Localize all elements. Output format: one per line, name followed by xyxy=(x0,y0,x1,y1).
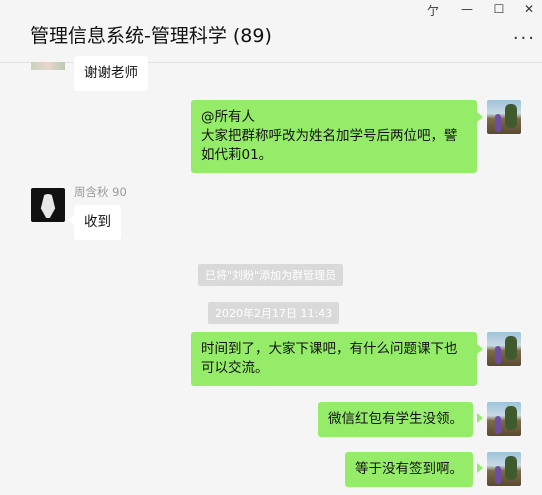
minimize-icon[interactable]: — xyxy=(458,2,476,16)
chat-title: 管理信息系统-管理科学 (89) xyxy=(30,25,272,47)
message-line: @所有人 xyxy=(201,109,255,125)
message-bubble[interactable]: 收到 xyxy=(74,205,121,240)
avatar-figure-icon xyxy=(40,194,56,218)
bubble-tail xyxy=(477,112,483,122)
avatar-tree-icon xyxy=(505,104,517,128)
avatar-person-icon xyxy=(495,346,501,364)
sender-nickname: 周含秋 90 xyxy=(74,185,127,199)
message-line: 如代莉01。 xyxy=(201,147,273,163)
message-line: 时间到了，大家下课吧，有什么问题课下也 xyxy=(201,341,458,357)
message-line: 可以交流。 xyxy=(201,360,269,376)
bubble-tail xyxy=(477,413,483,423)
close-icon[interactable]: ✕ xyxy=(520,2,538,16)
bubble-tail xyxy=(477,344,483,354)
timestamp: 2020年2月17日 11:43 xyxy=(208,302,340,324)
maximize-icon[interactable]: ☐ xyxy=(490,2,508,16)
chat-area[interactable]: 谢谢老师 @所有人 大家把群称呼改为姓名加学号后两位吧，譬 如代莉01。 周含秋… xyxy=(0,56,542,495)
avatar[interactable] xyxy=(487,402,521,436)
message-bubble[interactable]: 等于没有签到啊。 xyxy=(345,452,473,487)
more-options-icon[interactable]: ··· xyxy=(513,28,536,49)
title-bar: 管理信息系统-管理科学 (89) 亇 — ☐ ✕ ··· xyxy=(0,0,542,63)
avatar-tree-icon xyxy=(505,456,517,480)
message-line: 大家把群称呼改为姓名加学号后两位吧，譬 xyxy=(201,128,458,144)
avatar[interactable] xyxy=(31,62,65,70)
avatar-person-icon xyxy=(495,466,501,484)
avatar-tree-icon xyxy=(505,336,517,360)
avatar[interactable] xyxy=(487,452,521,486)
bubble-tail xyxy=(477,463,483,473)
message-bubble[interactable]: 谢谢老师 xyxy=(74,56,148,91)
message-bubble[interactable]: @所有人 大家把群称呼改为姓名加学号后两位吧，譬 如代莉01。 xyxy=(191,100,477,173)
avatar[interactable] xyxy=(487,332,521,366)
avatar-person-icon xyxy=(495,416,501,434)
message-bubble[interactable]: 时间到了，大家下课吧，有什么问题课下也 可以交流。 xyxy=(191,332,477,386)
system-notice: 已将"刘盼"添加为群管理员 xyxy=(198,264,344,286)
pin-icon[interactable]: 亇 xyxy=(424,2,442,19)
message-bubble[interactable]: 微信红包有学生没领。 xyxy=(318,402,473,437)
avatar-tree-icon xyxy=(505,406,517,430)
avatar[interactable] xyxy=(487,100,521,134)
avatar[interactable] xyxy=(31,188,65,222)
avatar-person-icon xyxy=(495,114,501,132)
